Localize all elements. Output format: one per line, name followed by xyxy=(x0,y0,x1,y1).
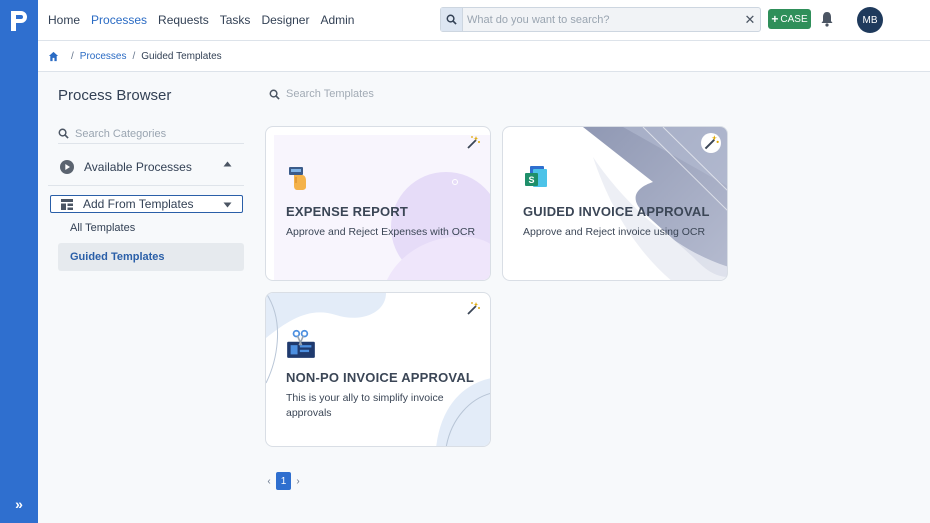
card-description: Approve and Reject Expenses with OCR xyxy=(286,226,476,238)
nav-processes[interactable]: Processes xyxy=(91,13,147,27)
breadcrumb: / Processes / Guided Templates xyxy=(38,41,930,72)
user-avatar[interactable]: MB xyxy=(857,7,883,33)
main-nav: Home Processes Requests Tasks Designer A… xyxy=(48,0,365,40)
sidebar-item-label: Add From Templates xyxy=(83,197,194,211)
sidebar-item-label: Available Processes xyxy=(84,160,192,174)
sidebar-item-all-templates[interactable]: All Templates xyxy=(58,214,244,242)
app-logo-icon[interactable] xyxy=(9,9,29,33)
home-icon[interactable] xyxy=(48,51,59,62)
category-search-input[interactable] xyxy=(75,127,235,140)
app-rail: » xyxy=(0,0,38,523)
template-layout-icon xyxy=(61,198,73,210)
magic-wand-icon xyxy=(701,133,721,153)
magic-wand-icon xyxy=(467,136,480,149)
nav-designer[interactable]: Designer xyxy=(261,13,309,27)
sidebar-item-available-processes[interactable]: Available Processes xyxy=(58,156,244,178)
nav-tasks[interactable]: Tasks xyxy=(220,13,251,27)
template-card-guided-invoice-approval[interactable]: S GUIDED INVOICE APPROVAL Approve and Re… xyxy=(502,126,728,281)
breadcrumb-separator: / xyxy=(132,50,136,62)
breadcrumb-separator: / xyxy=(71,50,74,62)
case-button-label: CASE xyxy=(780,13,808,25)
sidebar-item-guided-templates[interactable]: Guided Templates xyxy=(58,243,244,271)
expand-sidebar-icon[interactable]: » xyxy=(10,495,28,513)
search-icon xyxy=(269,89,280,100)
svg-text:S: S xyxy=(528,175,534,185)
template-search xyxy=(269,85,569,103)
new-case-button[interactable]: + CASE xyxy=(768,9,811,29)
page-button-current[interactable]: 1 xyxy=(276,472,291,490)
nav-requests[interactable]: Requests xyxy=(158,13,209,27)
card-description: This is your ally to simplify invoice ap… xyxy=(286,392,444,419)
invoice-document-icon: S xyxy=(525,166,547,187)
pagination: ‹ 1 › xyxy=(264,472,303,490)
play-circle-icon xyxy=(60,160,74,174)
template-card-expense-report[interactable]: EXPENSE REPORT Approve and Reject Expens… xyxy=(265,126,491,281)
sidebar-divider xyxy=(48,185,244,186)
card-description: Approve and Reject invoice using OCR xyxy=(523,226,706,238)
nav-home[interactable]: Home xyxy=(48,13,80,27)
caret-up-icon[interactable] xyxy=(223,161,232,167)
invoice-scissors-icon xyxy=(287,329,315,358)
sidebar-title: Process Browser xyxy=(58,87,172,104)
next-page-button[interactable]: › xyxy=(293,476,303,487)
caret-down-icon[interactable] xyxy=(223,202,232,208)
notifications-bell-icon[interactable] xyxy=(820,11,834,27)
magic-wand-icon xyxy=(467,302,480,315)
plus-icon: + xyxy=(771,12,779,26)
receipt-hand-icon xyxy=(289,167,306,190)
sidebar-item-add-from-templates[interactable]: Add From Templates xyxy=(50,195,243,213)
category-search xyxy=(58,124,244,144)
breadcrumb-processes[interactable]: Processes xyxy=(80,51,127,62)
nav-admin[interactable]: Admin xyxy=(320,13,354,27)
search-icon xyxy=(58,128,69,139)
global-search: ✕ xyxy=(440,7,761,32)
template-search-input[interactable] xyxy=(286,88,546,100)
breadcrumb-current: Guided Templates xyxy=(141,50,222,62)
global-search-input[interactable] xyxy=(463,8,740,31)
card-title: EXPENSE REPORT xyxy=(286,204,408,219)
card-title: NON-PO INVOICE APPROVAL xyxy=(286,370,475,385)
previous-page-button[interactable]: ‹ xyxy=(264,476,274,487)
card-title: GUIDED INVOICE APPROVAL xyxy=(523,204,710,219)
template-card-non-po-invoice-approval[interactable]: NON-PO INVOICE APPROVAL This is your all… xyxy=(265,292,491,447)
search-icon[interactable] xyxy=(441,8,463,31)
clear-search-icon[interactable]: ✕ xyxy=(740,12,760,28)
